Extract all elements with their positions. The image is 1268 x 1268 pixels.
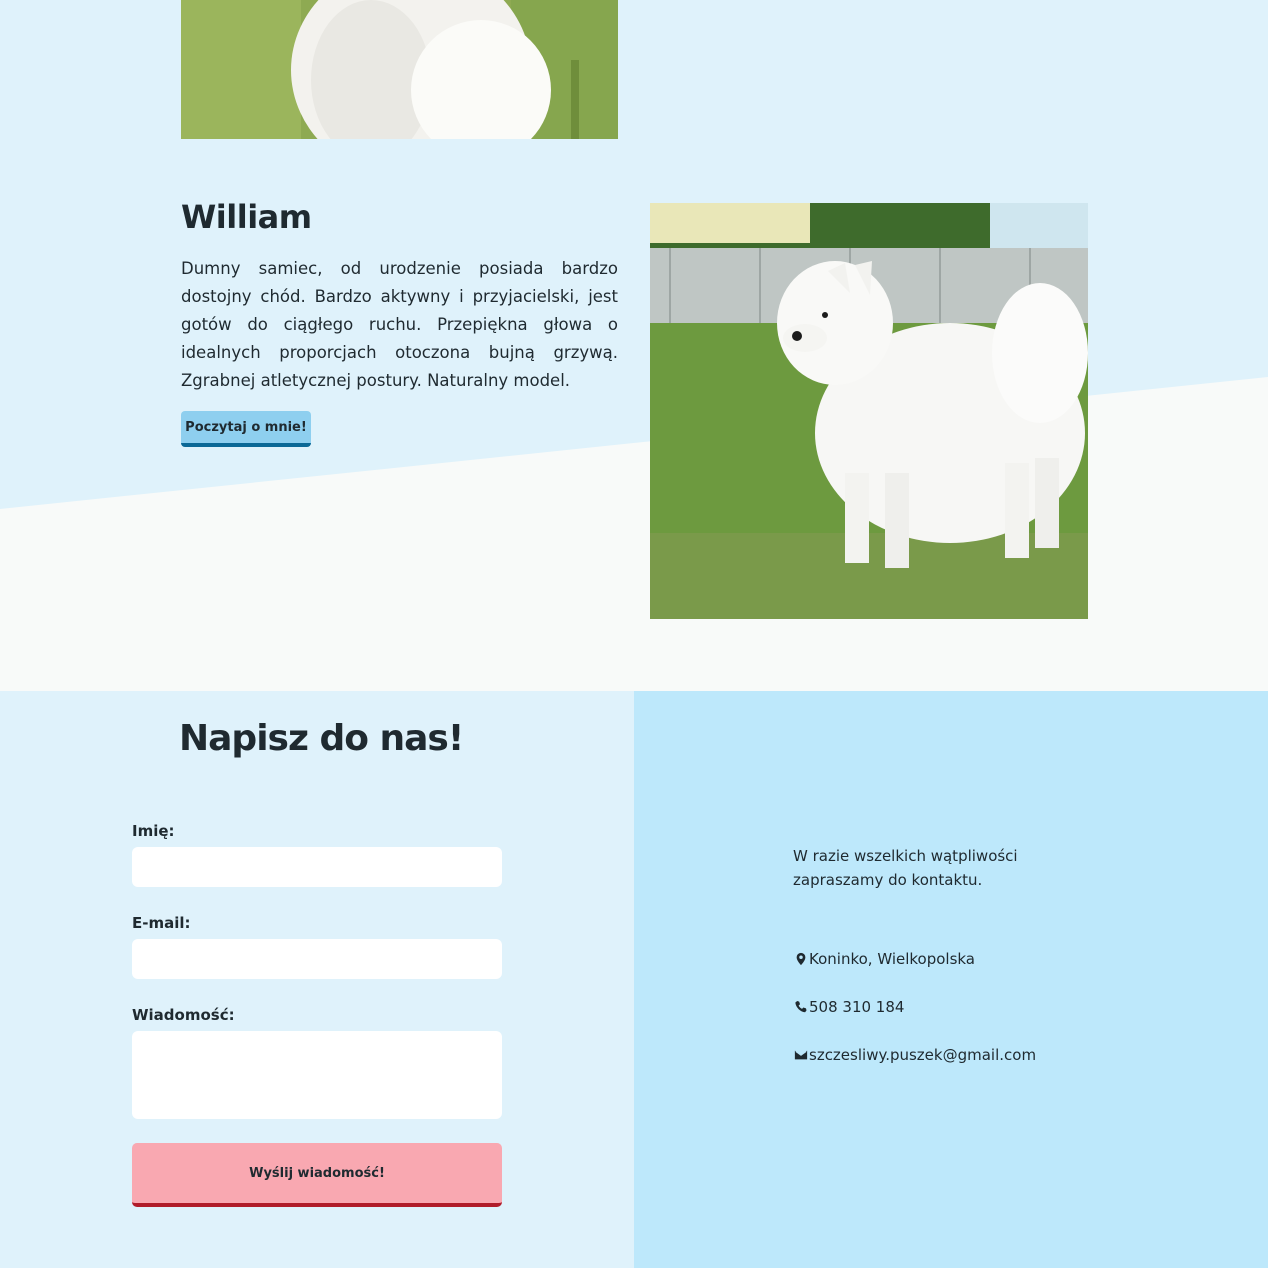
read-more-button[interactable]: Poczytaj o mnie! — [181, 411, 311, 447]
dog-name-heading: William — [181, 198, 312, 236]
email-input[interactable] — [132, 939, 502, 979]
envelope-icon — [793, 1047, 809, 1063]
phone-row: 508 310 184 — [793, 995, 904, 1019]
name-input[interactable] — [132, 847, 502, 887]
map-marker-icon — [793, 951, 809, 967]
dog-description: Dumny samiec, od urodzenie posiada bardz… — [181, 259, 618, 390]
email-row: szczesliwy.puszek@gmail.com — [793, 1043, 1036, 1067]
message-label: Wiadomość: — [132, 1006, 235, 1024]
message-textarea[interactable] — [132, 1031, 502, 1119]
dog-section: William Dumny samiec, od urodzenie posia… — [0, 0, 1268, 691]
send-message-button[interactable]: Wyślij wiadomość! — [132, 1143, 502, 1207]
dog-photo — [650, 203, 1088, 619]
previous-dog-photo — [181, 0, 618, 139]
phone-icon — [793, 999, 809, 1015]
email-label: E-mail: — [132, 914, 191, 932]
phone-text: 508 310 184 — [809, 998, 905, 1016]
email-text[interactable]: szczesliwy.puszek@gmail.com — [809, 1046, 1036, 1064]
contact-info-section — [634, 691, 1268, 1268]
contact-intro: W razie wszelkich wątpliwości zapraszamy… — [793, 847, 1018, 889]
name-label: Imię: — [132, 822, 175, 840]
contact-title: Napisz do nas! — [179, 718, 464, 759]
location-row: Koninko, Wielkopolska — [793, 947, 975, 971]
location-text: Koninko, Wielkopolska — [809, 950, 976, 968]
